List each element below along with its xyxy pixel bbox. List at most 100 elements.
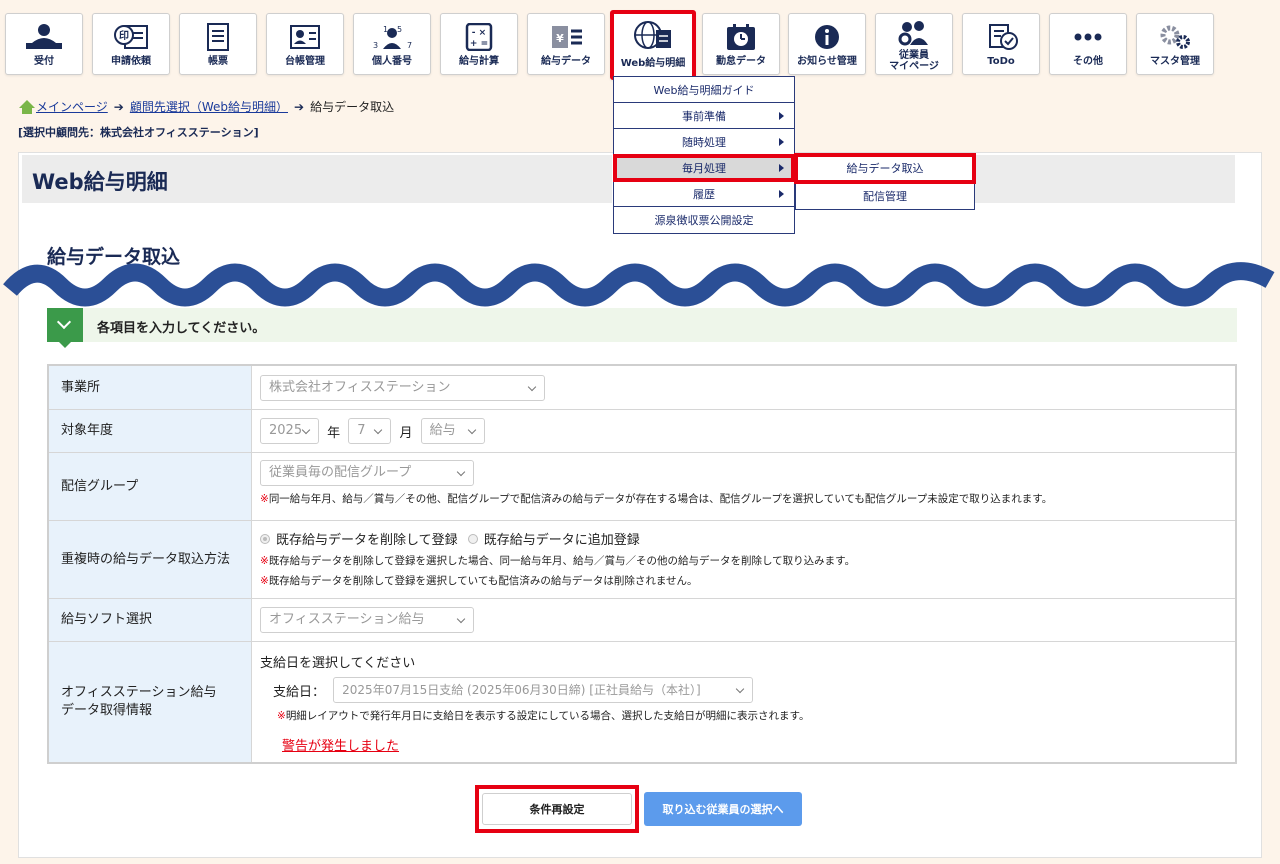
chevron-down-icon — [47, 308, 83, 348]
year-label: 対象年度 — [49, 410, 252, 452]
duplicate-note-2: ※既存給与データを削除して登録を選択していても配信済みの給与データは削除されませ… — [260, 573, 1227, 588]
form-row-year: 対象年度 2025 年 7 月 給与 — [49, 410, 1235, 453]
employee-gear-icon — [876, 18, 952, 48]
reset-conditions-button[interactable]: 条件再設定 — [482, 793, 632, 825]
toolbar-button-attendance[interactable]: 勤怠データ — [702, 13, 780, 75]
month-select[interactable]: 7 — [348, 418, 392, 444]
document-icon — [180, 22, 256, 52]
info-get-label-line1: オフィスステーション給与 — [61, 685, 217, 700]
toolbar-label: 給与計算 — [459, 56, 499, 67]
software-select[interactable]: オフィスステーション給与 — [260, 607, 474, 633]
payday-select-value: 2025年07月15日支給 (2025年06月30日締) [正社員給与（本社）] — [342, 683, 701, 697]
duplicate-label: 重複時の給与データ取込方法 — [49, 521, 252, 598]
menu-item-monthly[interactable]: 毎月処理 — [613, 154, 795, 182]
gears-icon — [1137, 22, 1213, 52]
year-unit: 年 — [327, 425, 341, 441]
toolbar-button-ledger[interactable]: 台帳管理 — [266, 13, 344, 75]
year-select[interactable]: 2025 — [260, 418, 319, 444]
menu-item-label: 随時処理 — [682, 135, 726, 149]
radio-selected-icon — [260, 533, 270, 544]
office-select[interactable]: 株式会社オフィスステーション — [260, 375, 545, 401]
top-toolbar: 受付 印 申請依頼 帳票 台帳管理 1537 個人番号 - × + = 給与計算 … — [0, 0, 1280, 86]
note-mark: ※ — [260, 493, 269, 505]
menu-item-label: 源泉徴収票公開設定 — [654, 214, 754, 227]
form-row-duplicate: 重複時の給与データ取込方法 既存給与データを削除して登録 既存給与データに追加登… — [49, 521, 1235, 599]
id-card-icon — [267, 22, 343, 52]
toolbar-button-web-payslip[interactable]: Web給与明細 — [610, 10, 696, 80]
radio-append-register[interactable]: 既存給与データに追加登録 — [467, 529, 640, 548]
toolbar-label: 個人番号 — [372, 56, 412, 67]
office-select-value: 株式会社オフィスステーション — [269, 380, 451, 395]
svg-text:- ×: - × — [472, 28, 486, 38]
month-unit: 月 — [399, 425, 413, 441]
chevron-down-icon — [456, 614, 466, 624]
warning-link[interactable]: 警告が発生しました — [282, 739, 399, 754]
note-mark: ※ — [277, 710, 286, 722]
info-message: 各項目を入力してください。 — [97, 321, 266, 336]
svg-text:3: 3 — [373, 41, 378, 50]
form-row-office: 事業所 株式会社オフィスステーション — [49, 366, 1235, 410]
svg-text:7: 7 — [407, 41, 412, 50]
breadcrumb-client-select-link[interactable]: 顧問先選択（Web給与明細） — [130, 98, 288, 115]
toolbar-button-todo[interactable]: ToDo — [962, 13, 1040, 75]
reception-icon — [6, 22, 82, 52]
menu-item-preparation[interactable]: 事前準備 — [614, 103, 794, 129]
office-label: 事業所 — [49, 366, 252, 409]
toolbar-label-line1: 従業員 — [899, 50, 929, 61]
svg-text:+ =: + = — [470, 39, 488, 49]
toolbar-button-my-number[interactable]: 1537 個人番号 — [353, 13, 431, 75]
svg-text:5: 5 — [397, 25, 402, 34]
monthly-submenu: 給与データ取込 配信管理 — [794, 153, 976, 210]
breadcrumb-home-link[interactable]: メインページ — [36, 98, 108, 115]
toolbar-button-other[interactable]: その他 — [1049, 13, 1127, 75]
form-row-info-get: オフィスステーション給与 データ取得情報 支給日を選択してください 支給日： 20… — [49, 642, 1235, 762]
menu-item-guide[interactable]: Web給与明細ガイド — [614, 77, 794, 103]
select-employees-button[interactable]: 取り込む従業員の選択へ — [644, 792, 802, 826]
toolbar-button-employee-mypage[interactable]: 従業員 マイページ — [875, 13, 953, 75]
more-dots-icon — [1050, 22, 1126, 52]
svg-text:¥: ¥ — [556, 32, 564, 45]
group-select[interactable]: 従業員毎の配信グループ — [260, 460, 474, 486]
caret-right-icon — [779, 112, 784, 120]
toolbar-label: 従業員 マイページ — [876, 50, 952, 72]
chevron-down-icon — [467, 425, 476, 435]
breadcrumb: メインページ ➔ 顧問先選択（Web給与明細） ➔ 給与データ取込 — [18, 98, 394, 115]
toolbar-label: 受付 — [34, 56, 54, 67]
toolbar-button-payroll-data[interactable]: ¥ 給与データ — [527, 13, 605, 75]
menu-item-label: 履歴 — [693, 187, 715, 201]
toolbar-label: 台帳管理 — [285, 56, 325, 67]
toolbar-label: ToDo — [987, 56, 1015, 67]
menu-item-history[interactable]: 履歴 — [614, 181, 794, 207]
chevron-down-icon — [735, 684, 745, 694]
submenu-item-delivery[interactable]: 配信管理 — [796, 182, 974, 209]
radio-label: 既存給与データに追加登録 — [483, 533, 640, 548]
software-select-value: オフィスステーション給与 — [269, 612, 425, 627]
payday-select[interactable]: 2025年07月15日支給 (2025年06月30日締) [正社員給与（本社）] — [333, 677, 754, 703]
toolbar-button-request[interactable]: 印 申請依頼 — [92, 13, 170, 75]
radio-delete-and-register[interactable]: 既存給与データを削除して登録 — [260, 529, 458, 548]
caret-right-icon — [779, 138, 784, 146]
caret-right-icon — [779, 190, 784, 198]
duplicate-note-2-text: 既存給与データを削除して登録を選択していても配信済みの給与データは削除されません… — [268, 575, 698, 587]
toolbar-button-notice[interactable]: お知らせ管理 — [788, 13, 866, 75]
info-icon — [789, 22, 865, 52]
submenu-item-payroll-import[interactable]: 給与データ取込 — [794, 153, 976, 184]
software-label: 給与ソフト選択 — [49, 599, 252, 641]
note-mark: ※ — [260, 575, 269, 587]
pay-type-select[interactable]: 給与 — [420, 418, 485, 444]
toolbar-label: その他 — [1073, 56, 1103, 67]
page-title: Web給与明細 — [32, 170, 168, 194]
month-select-value: 7 — [357, 423, 366, 438]
toolbar-button-payroll-calc[interactable]: - × + = 給与計算 — [440, 13, 518, 75]
menu-item-adhoc[interactable]: 随時処理 — [614, 129, 794, 155]
toolbar-label: マスタ管理 — [1150, 56, 1200, 67]
home-icon — [19, 99, 35, 114]
menu-item-withholding[interactable]: 源泉徴収票公開設定 — [614, 207, 794, 233]
toolbar-button-reception[interactable]: 受付 — [5, 13, 83, 75]
toolbar-button-master[interactable]: マスタ管理 — [1136, 13, 1214, 75]
duplicate-note-1: ※既存給与データを削除して登録を選択した場合、同一給与年月、給与／賞与／その他の… — [260, 553, 1227, 568]
arrow-right-icon: ➔ — [294, 99, 305, 114]
toolbar-button-forms[interactable]: 帳票 — [179, 13, 257, 75]
arrow-right-icon: ➔ — [113, 99, 124, 114]
radio-unselected-icon — [467, 533, 478, 544]
